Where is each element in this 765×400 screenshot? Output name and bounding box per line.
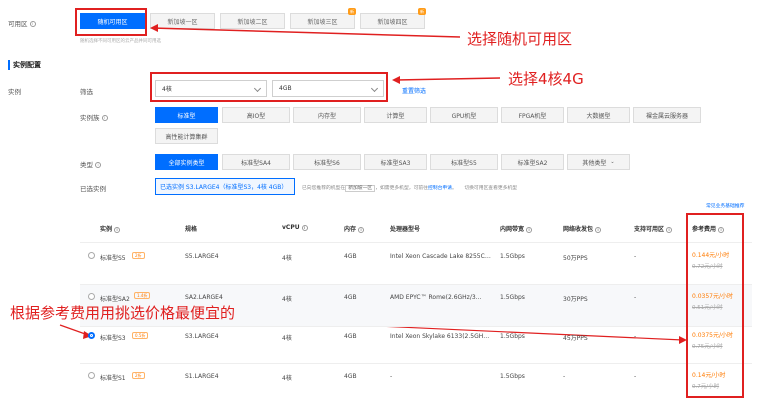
row-radio[interactable]: [88, 293, 95, 300]
annotation-cpu: 选择4核4G: [508, 70, 584, 88]
annotation-price: 根据参考费用用挑选价格最便宜的: [10, 304, 236, 322]
type-label: 类型 i: [80, 159, 101, 169]
table-row-selected[interactable]: [80, 322, 752, 364]
type-s6[interactable]: 标准型S6: [293, 154, 361, 170]
row-memory: 4GB: [344, 253, 357, 260]
family-gpu[interactable]: GPU机型: [430, 107, 498, 123]
row-bandwidth: 1.5Gbps: [500, 333, 525, 340]
th-bandwidth: 内网带宽 i: [500, 224, 533, 233]
row-spec: S3.LARGE4: [185, 333, 219, 340]
instance-label: 实例: [8, 88, 21, 96]
discount-badge: 2折: [132, 252, 145, 259]
selected-instance: 已选实例 S3.LARGE4（标准型S3，4核 4GB）: [155, 178, 295, 195]
discount-badge: 0.5折: [132, 332, 149, 339]
row-radio-selected[interactable]: [88, 332, 95, 339]
row-spec: SA2.LARGE4: [185, 294, 223, 301]
row-bandwidth: 1.5Gbps: [500, 253, 525, 260]
family-baremetal[interactable]: 裸金属云服务器: [633, 107, 701, 123]
discount-badge: 1.4折: [134, 292, 151, 299]
row-vcpu: 4核: [282, 375, 292, 382]
row-cpu-model: Intel Xeon Cascade Lake 8255C…: [390, 253, 491, 260]
row-instance: 标准型S5: [100, 255, 126, 262]
th-vcpu: vCPU i: [282, 224, 308, 231]
chevron-down-icon: ⌄: [610, 159, 615, 165]
row-instance: 标准型S3: [100, 335, 126, 342]
row-pps: 50万PPS: [563, 255, 588, 262]
row-spec: S1.LARGE4: [185, 373, 219, 380]
th-zone: 支持可用区 i: [634, 224, 673, 233]
family-label: 实例族 i: [80, 112, 108, 122]
family-memory[interactable]: 内存型: [293, 107, 361, 123]
discount-badge: 2折: [132, 372, 145, 379]
table-row[interactable]: [80, 362, 752, 400]
common-recommend-link[interactable]: 常见业务基础推荐: [706, 202, 744, 209]
console-apply-link[interactable]: 控制台申请: [428, 186, 452, 191]
th-spec: 规格: [185, 226, 198, 233]
row-pps: -: [563, 373, 566, 380]
type-sa4[interactable]: 标准型SA4: [222, 154, 290, 170]
family-standard[interactable]: 标准型: [155, 107, 218, 123]
row-bandwidth: 1.5Gbps: [500, 373, 525, 380]
row-vcpu: 4核: [282, 296, 292, 303]
row-cpu-model: -: [390, 373, 393, 380]
type-sa2[interactable]: 标准型SA2: [501, 154, 564, 170]
row-bandwidth: 1.5Gbps: [500, 294, 525, 301]
row-radio[interactable]: [88, 372, 95, 379]
annotation-zone: 选择随机可用区: [467, 30, 573, 48]
row-zone: -: [634, 373, 637, 380]
family-bigdata[interactable]: 大数据型: [567, 107, 630, 123]
family-hpc[interactable]: 高性能计算集群: [155, 128, 218, 144]
row-memory: 4GB: [344, 373, 357, 380]
selected-label: 已选实例: [80, 185, 106, 193]
row-spec: S5.LARGE4: [185, 253, 219, 260]
section-title: 实例配置: [8, 60, 41, 70]
th-pps: 网络收发包 i: [563, 224, 602, 233]
selected-note: 已向您推荐的机型在 新加坡一区 ，如需更多机型，可前往控制台申请。 切换可用区查看更…: [302, 185, 518, 192]
reset-filter-link[interactable]: 重置筛选: [402, 86, 426, 95]
row-memory: 4GB: [344, 294, 357, 301]
row-zone: -: [634, 253, 637, 260]
row-zone: -: [634, 294, 637, 301]
row-memory: 4GB: [344, 333, 357, 340]
row-cpu-model: AMD EPYC™ Rome(2.6GHz/3…: [390, 294, 482, 301]
row-cpu-model: Intel Xeon Skylake 6133(2.5GH…: [390, 333, 490, 340]
th-memory: 内存 i: [344, 224, 365, 233]
row-pps: 45万PPS: [563, 335, 588, 342]
row-zone: -: [634, 333, 637, 340]
info-icon: i: [101, 115, 108, 121]
row-radio[interactable]: [88, 252, 95, 259]
info-icon: i: [95, 162, 101, 168]
highlight-price-column: [686, 213, 744, 398]
filter-label: 筛选: [80, 88, 93, 96]
type-all[interactable]: 全部实例类型: [155, 154, 218, 170]
th-instance: 实例 i: [100, 224, 121, 233]
highlight-cpu: [150, 72, 388, 102]
type-other-select[interactable]: 其他类型 ⌄: [567, 154, 630, 170]
th-cpu-model: 处理器型号: [390, 226, 421, 233]
row-pps: 30万PPS: [563, 296, 588, 303]
family-io[interactable]: 高IO型: [222, 107, 290, 123]
row-vcpu: 4核: [282, 335, 292, 342]
row-vcpu: 4核: [282, 255, 292, 262]
type-sa3[interactable]: 标准型SA3: [364, 154, 427, 170]
family-compute[interactable]: 计算型: [364, 107, 427, 123]
family-fpga[interactable]: FPGA机型: [501, 107, 564, 123]
type-s5[interactable]: 标准型S5: [430, 154, 498, 170]
table-row[interactable]: [80, 243, 752, 285]
row-instance: 标准型S1: [100, 375, 126, 382]
